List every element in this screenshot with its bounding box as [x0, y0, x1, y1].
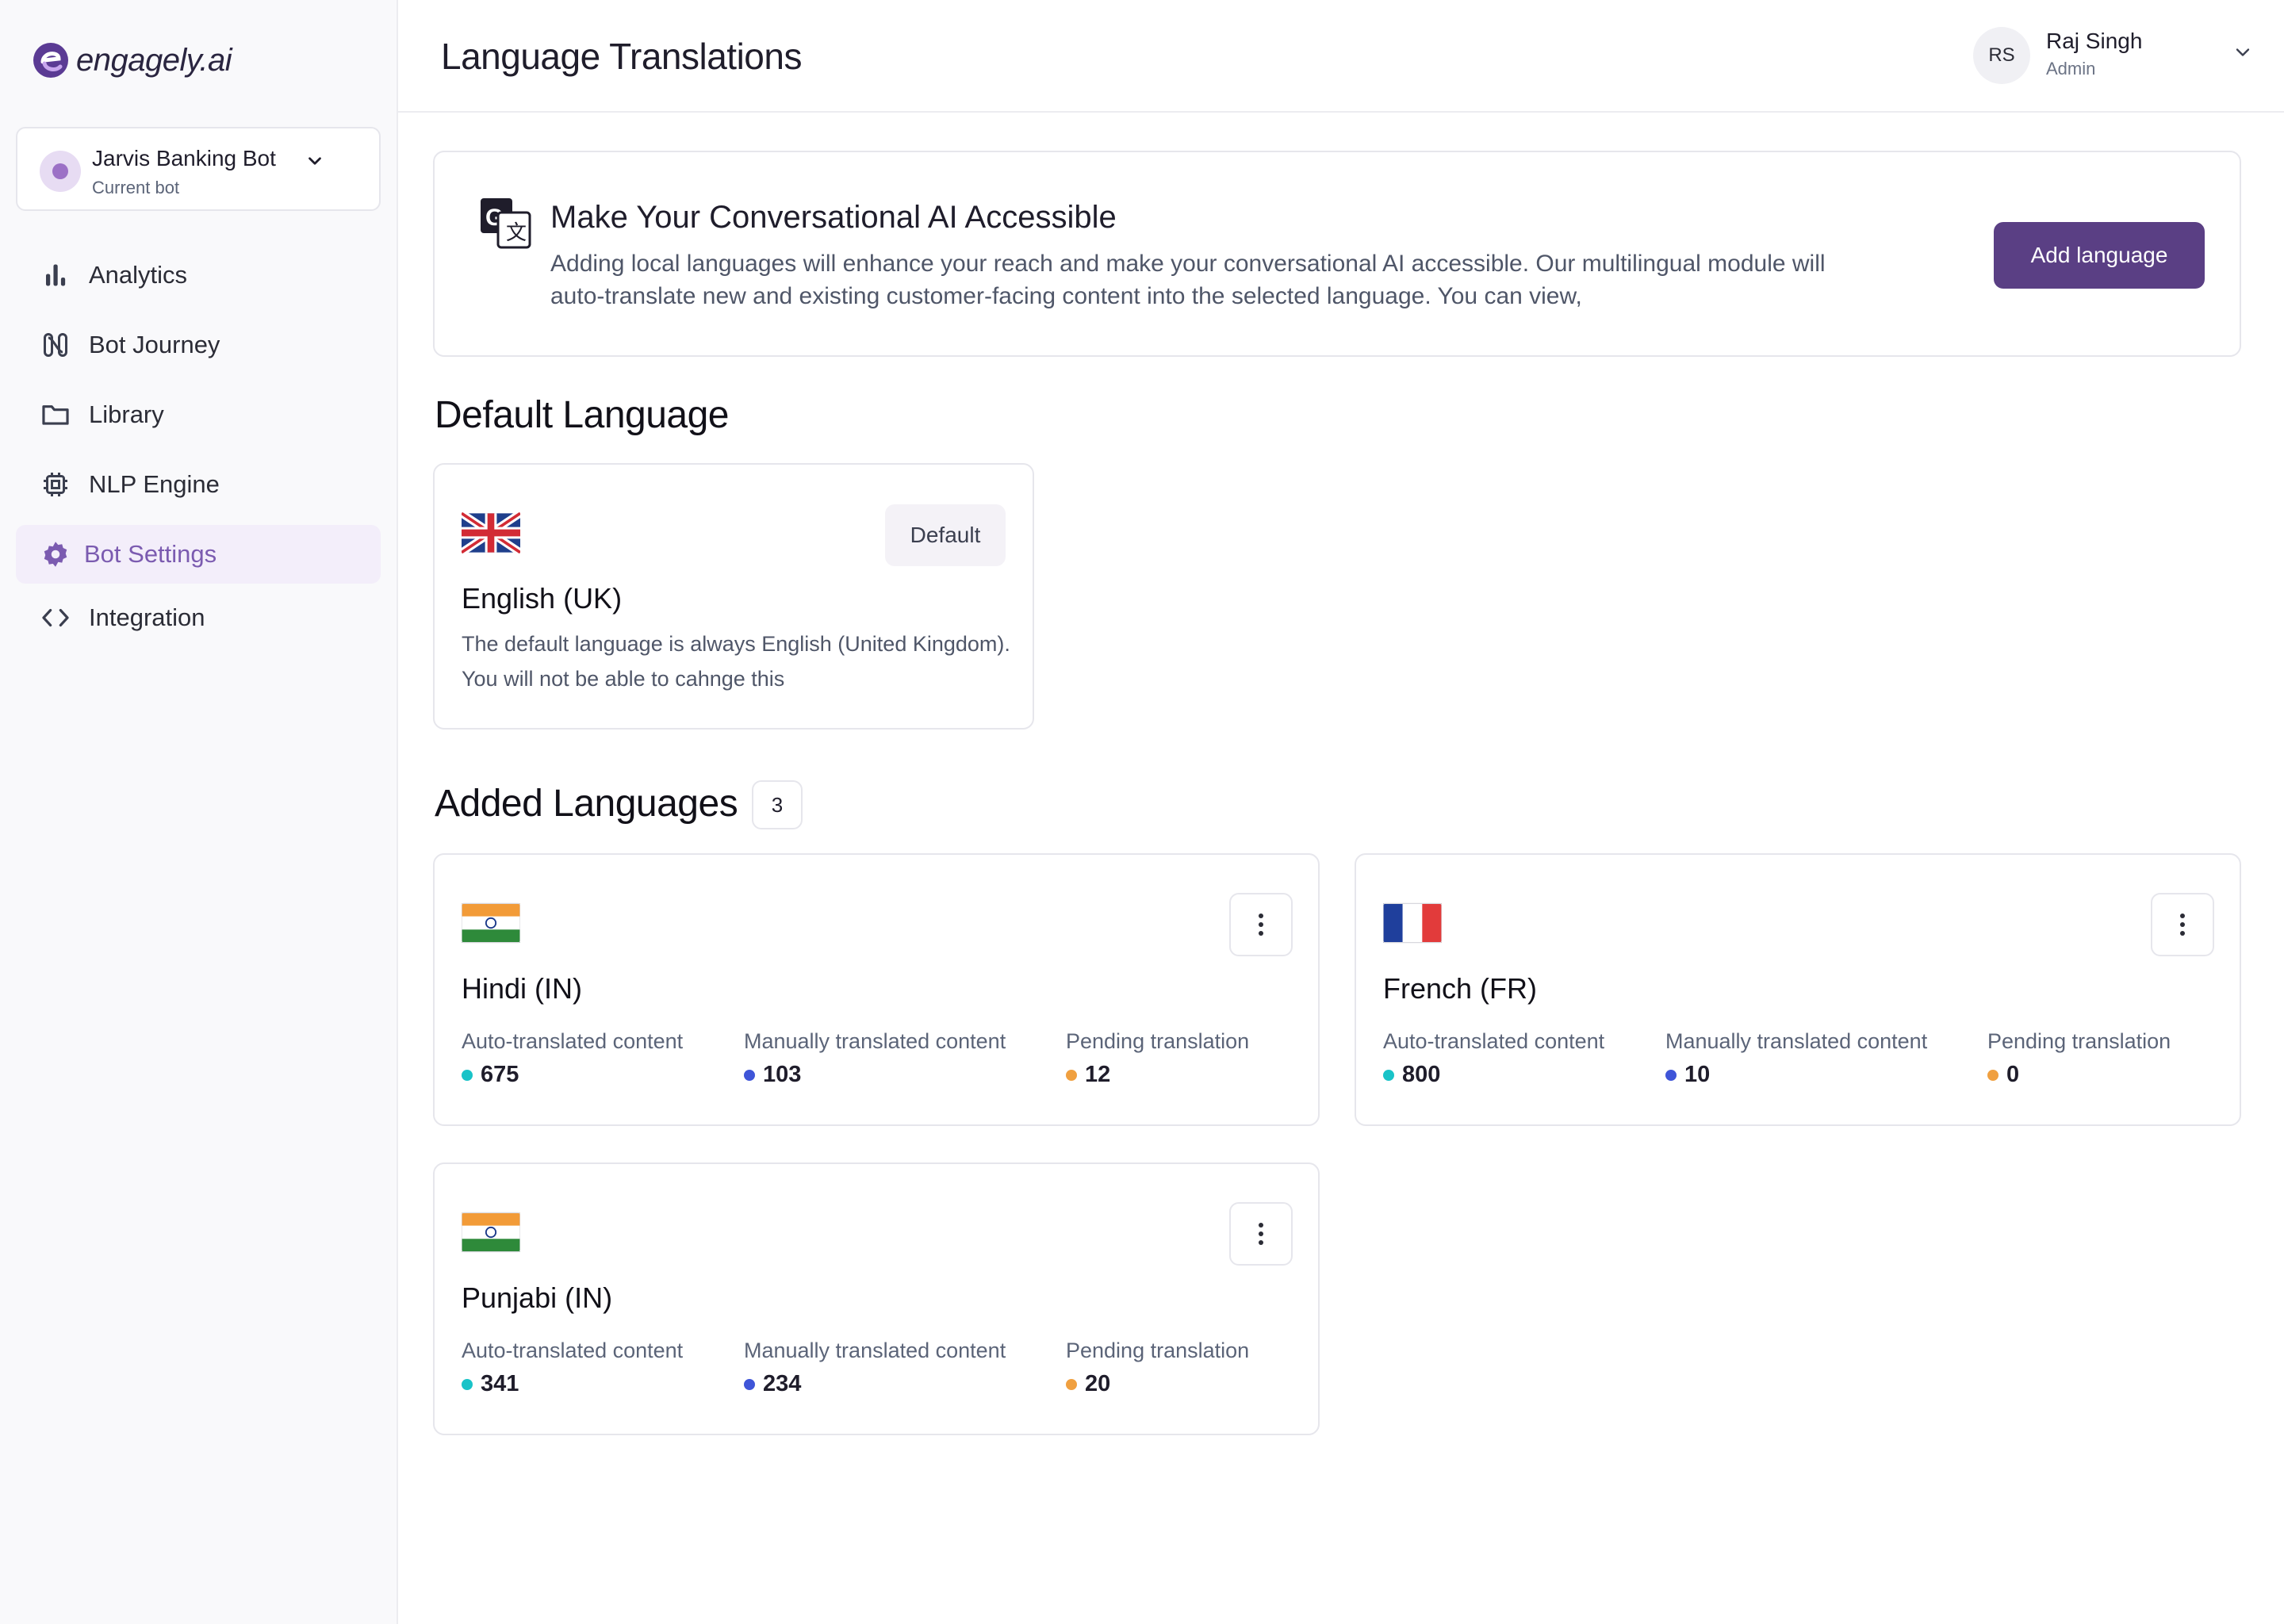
- sidebar: engagely.ai Jarvis Banking Bot Current b…: [0, 0, 398, 1624]
- sidebar-item-label: Analytics: [89, 261, 188, 289]
- sidebar-item-integration[interactable]: Integration: [16, 588, 381, 647]
- bar-chart-icon: [40, 259, 71, 291]
- sidebar-item-label: Bot Journey: [89, 331, 220, 358]
- journey-icon: [40, 329, 71, 361]
- manual-translated-stat: Manually translated content 10: [1665, 1029, 1928, 1087]
- bot-name: Jarvis Banking Bot: [92, 146, 276, 170]
- language-name: Punjabi (IN): [462, 1281, 613, 1314]
- pending-count: 20: [1085, 1371, 1111, 1396]
- chip-icon: [40, 469, 71, 500]
- sidebar-nav: Analytics Bot Journey Library NLP Engine…: [16, 246, 381, 658]
- engagely-logo-icon: [33, 43, 68, 78]
- uk-flag-icon: [462, 512, 520, 553]
- accessibility-banner: G 文 Make Your Conversational AI Accessib…: [433, 151, 2241, 357]
- pending-translation-stat: Pending translation 20: [1066, 1339, 1250, 1396]
- auto-status-dot: [462, 1069, 473, 1081]
- avatar[interactable]: RS: [1973, 27, 2030, 84]
- auto-count: 341: [481, 1371, 519, 1396]
- manual-translated-stat: Manually translated content 234: [744, 1339, 1006, 1396]
- manual-count: 103: [763, 1062, 802, 1087]
- sidebar-item-library[interactable]: Library: [16, 385, 381, 444]
- svg-text:文: 文: [506, 220, 527, 244]
- manual-status-dot: [744, 1069, 755, 1081]
- language-card-french: French (FR) Auto-translated content 800 …: [1355, 853, 2241, 1126]
- top-header: Language Translations RS Raj Singh Admin: [398, 0, 2284, 113]
- bot-subtitle: Current bot: [92, 178, 180, 197]
- india-flag-icon: [462, 1212, 520, 1253]
- language-name: French (FR): [1383, 972, 1538, 1005]
- sidebar-item-label: NLP Engine: [89, 470, 220, 498]
- more-options-button[interactable]: [1229, 893, 1293, 956]
- india-flag-icon: [462, 902, 520, 944]
- added-languages-heading: Added Languages: [435, 783, 738, 825]
- more-options-button[interactable]: [1229, 1202, 1293, 1266]
- pending-translation-stat: Pending translation 12: [1066, 1029, 1250, 1087]
- folder-icon: [40, 399, 71, 431]
- sidebar-item-analytics[interactable]: Analytics: [16, 246, 381, 304]
- bot-selector[interactable]: Jarvis Banking Bot Current bot: [16, 127, 381, 211]
- manual-translated-stat: Manually translated content 103: [744, 1029, 1006, 1087]
- language-count-badge: 3: [752, 780, 803, 829]
- pending-status-dot: [1066, 1378, 1077, 1390]
- auto-translated-stat: Auto-translated content 675: [462, 1029, 684, 1087]
- page-title: Language Translations: [441, 36, 802, 77]
- sidebar-item-label: Library: [89, 400, 164, 428]
- pending-status-dot: [1066, 1069, 1077, 1081]
- language-card-hindi: Hindi (IN) Auto-translated content 675 M…: [433, 853, 1320, 1126]
- code-icon: [40, 602, 71, 634]
- banner-title: Make Your Conversational AI Accessible: [550, 200, 1117, 235]
- sidebar-item-bot-journey[interactable]: Bot Journey: [16, 316, 381, 374]
- add-language-button[interactable]: Add language: [1994, 222, 2205, 289]
- pending-count: 12: [1085, 1062, 1111, 1087]
- language-name: English (UK): [462, 582, 623, 615]
- default-language-heading: Default Language: [435, 394, 729, 436]
- pending-status-dot: [1987, 1069, 1998, 1081]
- chevron-down-icon: [308, 157, 321, 165]
- france-flag-icon: [1383, 902, 1442, 944]
- pending-count: 0: [2006, 1062, 2020, 1087]
- sidebar-item-nlp-engine[interactable]: NLP Engine: [16, 455, 381, 514]
- user-name[interactable]: Raj Singh: [2046, 29, 2142, 54]
- manual-count: 10: [1684, 1062, 1711, 1087]
- sidebar-item-label: Bot Settings: [84, 540, 217, 568]
- language-card-punjabi: Punjabi (IN) Auto-translated content 341…: [433, 1162, 1320, 1435]
- auto-translated-stat: Auto-translated content 800: [1383, 1029, 1605, 1087]
- translate-icon: G 文: [481, 198, 531, 249]
- sidebar-item-bot-settings[interactable]: Bot Settings: [16, 525, 381, 584]
- manual-status-dot: [744, 1378, 755, 1390]
- manual-count: 234: [763, 1371, 802, 1396]
- brand-name: engagely.ai: [76, 42, 232, 78]
- gear-icon: [40, 538, 71, 570]
- pending-translation-stat: Pending translation 0: [1987, 1029, 2171, 1087]
- banner-description: Adding local languages will enhance your…: [550, 251, 1826, 309]
- auto-status-dot: [1383, 1069, 1394, 1081]
- default-language-card: Default English (UK) The default languag…: [433, 463, 1034, 730]
- auto-status-dot: [462, 1378, 473, 1390]
- manual-status-dot: [1665, 1069, 1677, 1081]
- default-badge: Default: [885, 504, 1006, 566]
- chevron-down-icon[interactable]: [2232, 41, 2254, 63]
- more-options-button[interactable]: [2151, 893, 2214, 956]
- auto-count: 800: [1402, 1062, 1441, 1087]
- auto-translated-stat: Auto-translated content 341: [462, 1339, 684, 1396]
- language-name: Hindi (IN): [462, 972, 583, 1005]
- sidebar-item-label: Integration: [89, 603, 205, 631]
- default-language-description: The default language is always English (…: [462, 632, 1010, 691]
- bot-avatar: [40, 151, 81, 192]
- auto-count: 675: [481, 1062, 519, 1087]
- brand-logo[interactable]: engagely.ai: [32, 40, 232, 81]
- user-role: Admin: [2046, 59, 2096, 79]
